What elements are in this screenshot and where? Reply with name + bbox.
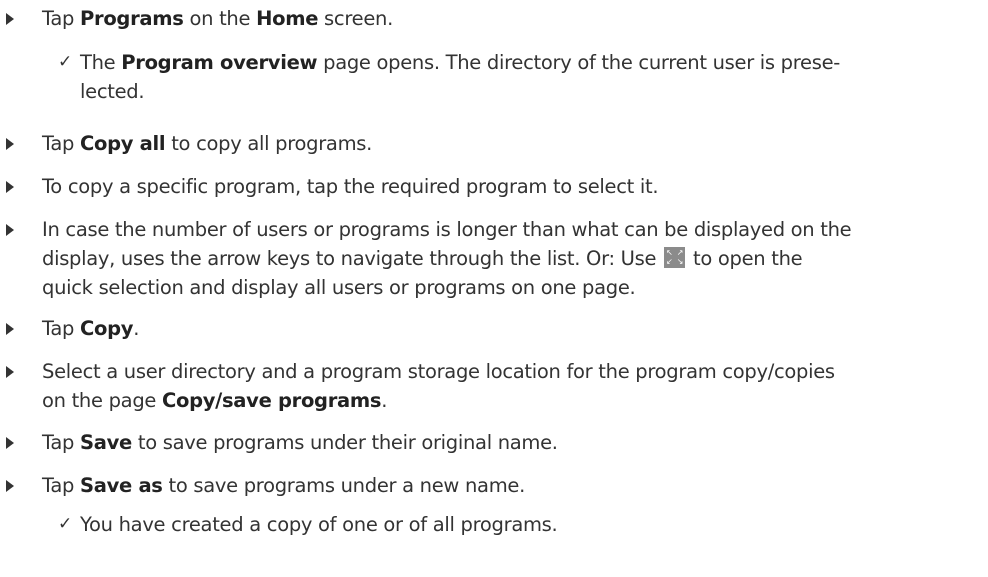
bullet-arrow-icon — [6, 224, 14, 236]
expand-icon: ↖ ↗ ↙ ↘ — [664, 247, 686, 268]
result-1: ✓ The Program overview page opens. The d… — [58, 48, 980, 106]
result-2: ✓ You have created a copy of one or of a… — [58, 510, 980, 539]
check-icon: ✓ — [58, 52, 72, 72]
bullet-arrow-icon — [6, 437, 14, 449]
step-8: Tap Save as to save programs under a new… — [6, 471, 962, 500]
bullet-arrow-icon — [6, 480, 14, 492]
step-2: Tap Copy all to copy all programs. — [6, 129, 962, 158]
copy-all-label: Copy all — [80, 132, 166, 155]
home-label: Home — [256, 7, 319, 30]
program-overview-label: Program overview — [121, 51, 318, 74]
save-as-label: Save as — [80, 474, 163, 497]
step-5: Tap Copy. — [6, 314, 962, 343]
step-1: Tap Programs on the Home screen. — [6, 4, 962, 33]
bullet-arrow-icon — [6, 366, 14, 378]
step-7: Tap Save to save programs under their or… — [6, 428, 962, 457]
copy-label: Copy — [80, 317, 134, 340]
bullet-arrow-icon — [6, 181, 14, 193]
save-label: Save — [80, 431, 132, 454]
programs-label: Programs — [80, 7, 184, 30]
step-6: Select a user directory and a program st… — [6, 357, 962, 415]
instruction-document: Tap Programs on the Home screen. ✓ The P… — [0, 0, 988, 577]
bullet-arrow-icon — [6, 138, 14, 150]
bullet-arrow-icon — [6, 13, 14, 25]
bullet-arrow-icon — [6, 323, 14, 335]
copy-save-programs-label: Copy/save programs — [162, 389, 382, 412]
check-icon: ✓ — [58, 514, 72, 534]
step-4: In case the number of users or programs … — [6, 215, 962, 302]
step-3: To copy a specific program, tap the requ… — [6, 172, 962, 201]
